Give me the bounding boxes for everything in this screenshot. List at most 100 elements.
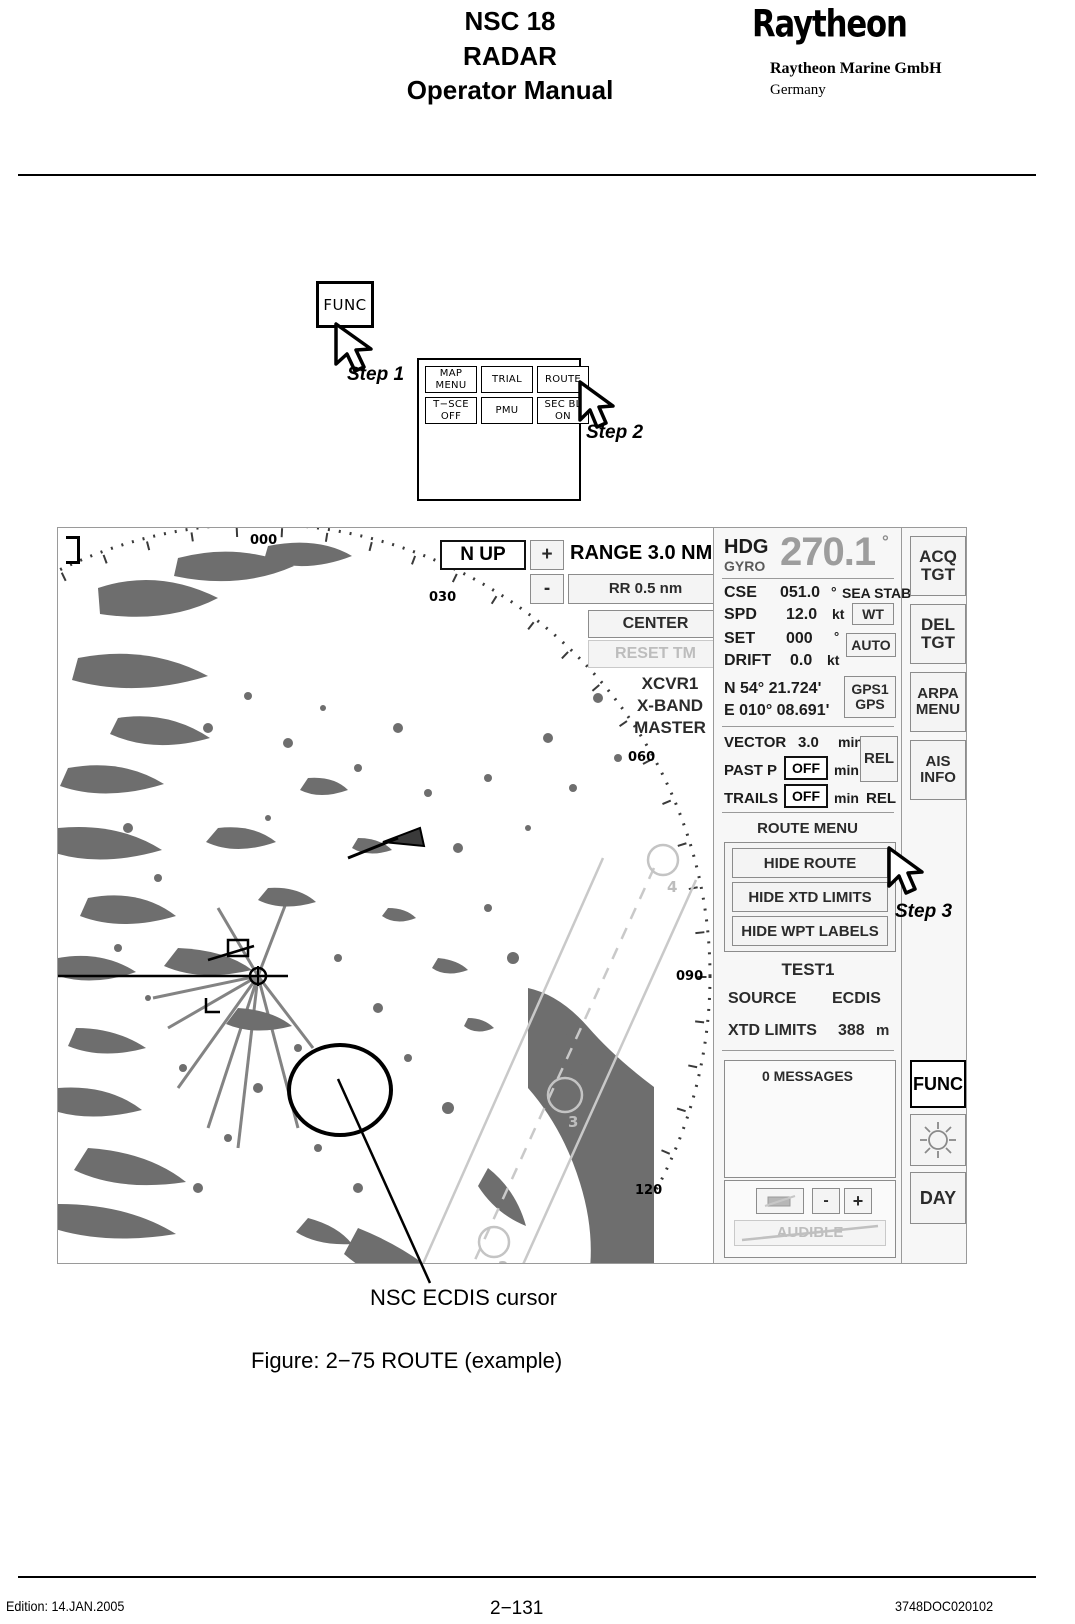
menu-button-label: TRIAL [492, 373, 522, 385]
title-line-2: RADAR [463, 40, 557, 71]
set-label: SET [724, 630, 756, 647]
range-readout: RANGE 3.0 NM [570, 542, 713, 564]
hide-wpt-labels-button[interactable]: HIDE WPT LABELS [732, 916, 888, 946]
page-title: NSC 18 RADAR Operator Manual [385, 4, 635, 108]
transceiver-line-2: X-BAND [636, 696, 704, 715]
latitude-readout: N 54° 21.724' [724, 680, 822, 697]
del-tgt-line-1: DEL [921, 615, 955, 635]
drift-label: DRIFT [724, 652, 772, 669]
route-name: TEST1 [781, 960, 835, 979]
spd-unit: kt [832, 606, 845, 622]
func-key-illustration: FUNC [316, 281, 374, 328]
ppi-corner-bracket [66, 536, 80, 564]
step3-cursor-arrow [884, 846, 932, 898]
vector-mode-button[interactable]: REL [860, 736, 898, 782]
menu-button-pmu[interactable]: PMU [481, 397, 533, 424]
panel-divider-3 [722, 812, 894, 813]
footer-doc-id: 3748DOC020102 [895, 1598, 994, 1614]
cse-unit: ° [831, 584, 837, 600]
mute-bell-icon [764, 1195, 796, 1207]
del-tgt-line-2: TGT [921, 633, 955, 652]
waypoint-label-3: 3 [568, 1113, 579, 1131]
reset-tm-button[interactable]: RESET TM [588, 640, 723, 668]
panel-divider-4 [722, 1050, 894, 1051]
company-name: Raytheon Marine GmbH [770, 60, 942, 77]
menu-button-label: MAP MENU [435, 368, 467, 391]
vector-value: 3.0 [798, 734, 819, 751]
arpa-menu-line-2: MENU [915, 701, 961, 718]
step3-label: Step 3 [895, 901, 953, 922]
title-line-3: Operator Manual [406, 75, 614, 106]
auto-button[interactable]: AUTO [846, 633, 896, 657]
ais-info-line-2: INFO [920, 769, 956, 786]
past-positions-unit: min [834, 762, 859, 778]
menu-button-trial[interactable]: TRIAL [481, 366, 533, 393]
cursor-callout-label: NSC ECDIS cursor [370, 1285, 558, 1310]
brilliance-button[interactable] [910, 1114, 966, 1166]
ais-info-button[interactable]: AIS INFO [910, 740, 966, 800]
range-increase-button[interactable]: + [530, 540, 564, 570]
cse-label: CSE [724, 584, 757, 601]
cursor-callout-leader-line [336, 1078, 432, 1284]
alarm-volume-down-button[interactable]: - [812, 1188, 840, 1214]
header-divider [18, 174, 1036, 176]
trails-mode-label: REL [866, 790, 896, 807]
route-menu-title: ROUTE MENU [757, 820, 858, 837]
xtd-limits-label: XTD LIMITS [728, 1022, 817, 1039]
func-menu-grid: MAP MENU TRIAL ROUTE T−SCE OFF PMU SEC B… [425, 366, 589, 424]
trails-button[interactable]: OFF [784, 784, 828, 808]
gps-source-button[interactable]: GPS1 GPS [844, 676, 896, 718]
figure-caption: Figure: 2−75 ROUTE (example) [251, 1348, 563, 1373]
range-rings-button[interactable]: RR 0.5 nm [568, 574, 723, 604]
gyro-label: GYRO [724, 558, 766, 574]
waypoint-label-4: 4 [667, 878, 678, 896]
longitude-readout: E 010° 08.691' [724, 702, 830, 719]
hide-route-button[interactable]: HIDE ROUTE [732, 848, 888, 878]
center-button[interactable]: CENTER [588, 610, 723, 638]
transceiver-line-1: XCVR1 [641, 674, 699, 693]
xtd-limits-value: 388 [838, 1022, 865, 1039]
title-line-1: NSC 18 [464, 6, 556, 36]
wt-button[interactable]: WT [852, 603, 894, 625]
day-night-button[interactable]: DAY [910, 1172, 966, 1224]
cse-value: 051.0 [780, 584, 821, 601]
alarm-volume-up-button[interactable]: + [844, 1188, 872, 1214]
hdg-label: HDG [724, 536, 769, 558]
manual-page: NSC 18 RADAR Operator Manual Raytheon Ra… [0, 0, 1075, 1624]
set-value: 000 [786, 630, 813, 647]
bearing-label-030: 030 [429, 590, 457, 605]
mute-icon-button[interactable] [756, 1188, 804, 1214]
panel-divider-2 [722, 726, 894, 727]
set-unit: ° [834, 629, 840, 644]
bearing-label-120: 120 [635, 1183, 663, 1198]
acq-tgt-button[interactable]: ACQ TGT [910, 536, 966, 596]
audible-strikethrough-icon [741, 1224, 879, 1242]
radar-data-column: HDG GYRO 270.1 ° CSE 051.0 ° SEA STAB SP… [714, 528, 911, 1263]
sun-icon [920, 1122, 956, 1158]
drift-unit: kt [827, 652, 840, 668]
orientation-button[interactable]: N UP [440, 540, 526, 570]
past-positions-button[interactable]: OFF [784, 756, 828, 780]
menu-button-map-menu[interactable]: MAP MENU [425, 366, 477, 393]
spd-value: 12.0 [786, 606, 818, 623]
drift-value: 0.0 [790, 652, 813, 669]
panel-divider-1 [722, 578, 894, 579]
menu-button-label: T−SCE OFF [433, 399, 469, 422]
footer-divider [18, 1576, 1036, 1578]
del-tgt-button[interactable]: DEL TGT [910, 604, 966, 664]
acq-tgt-line-1: ACQ [919, 547, 957, 567]
menu-button-label: PMU [495, 404, 519, 416]
menu-button-t-sce-off[interactable]: T−SCE OFF [425, 397, 477, 424]
trails-label: TRAILS [724, 790, 779, 807]
gps-source-line-1: GPS1 [851, 681, 889, 698]
range-decrease-button[interactable]: - [530, 574, 564, 604]
company-country: Germany [770, 82, 826, 98]
trails-unit: min [834, 790, 859, 806]
step1-label: Step 1 [347, 364, 405, 385]
hide-xtd-limits-button[interactable]: HIDE XTD LIMITS [732, 882, 888, 912]
sea-stab-label: SEA STAB [842, 585, 912, 601]
step2-label: Step 2 [586, 422, 644, 443]
func-button[interactable]: FUNC [910, 1060, 966, 1108]
gps-source-line-2: GPS [855, 696, 885, 712]
arpa-menu-button[interactable]: ARPA MENU [910, 672, 966, 732]
